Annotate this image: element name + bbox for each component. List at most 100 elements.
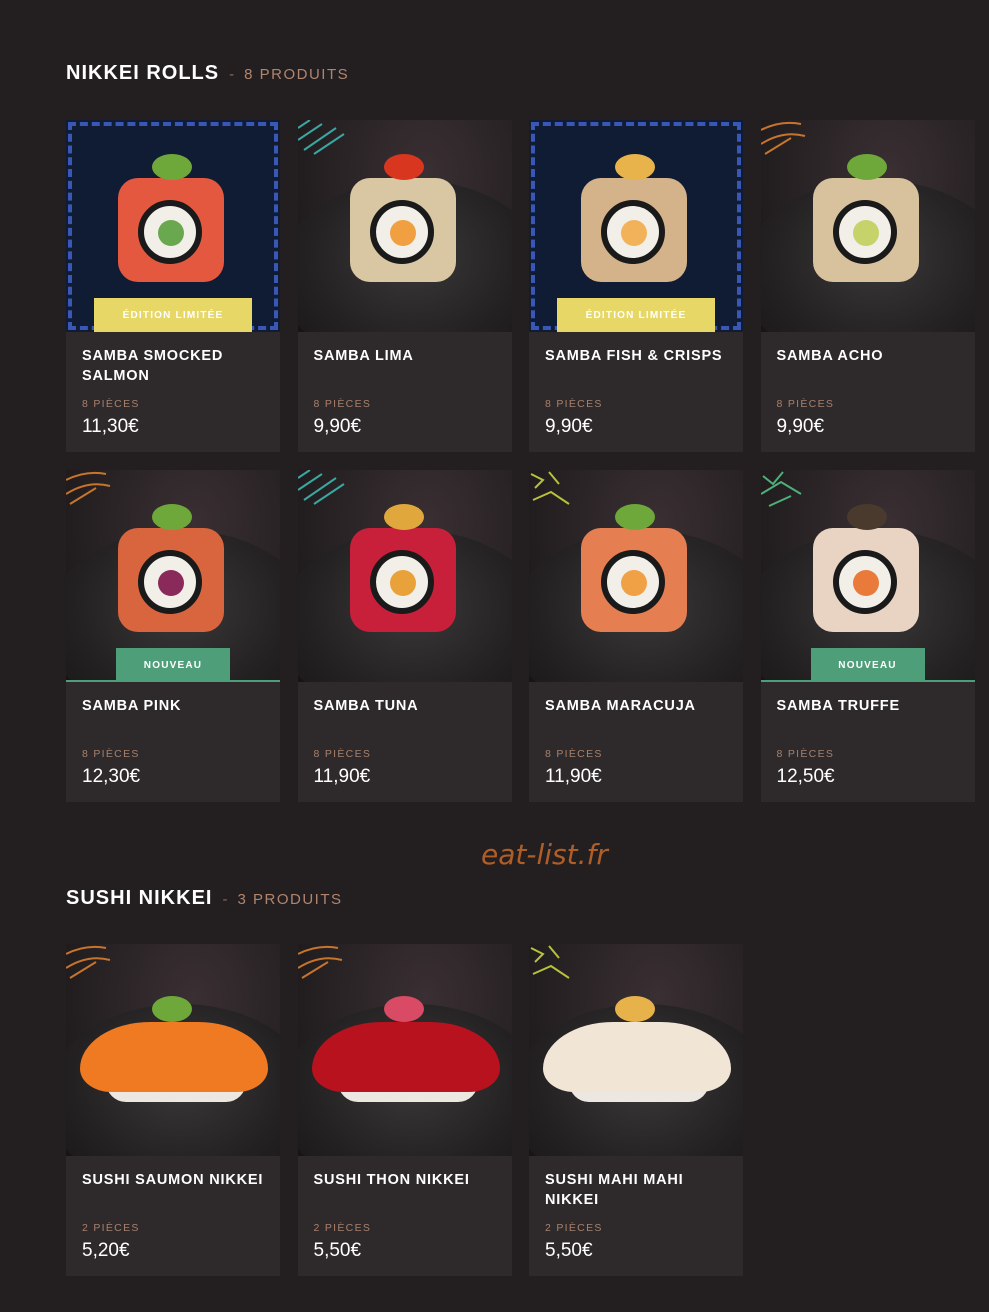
section-separator: - [229,66,235,83]
ornament-icon [530,471,570,505]
ornament-icon [297,120,345,155]
ornament-icon [66,471,111,505]
section-sushi-nikkei: SUSHI NIKKEI - 3 PRODUITS SUSHI SAUMON N… [66,887,976,1276]
product-pieces: 2 PIÈCES [82,1222,140,1234]
roll-filling [621,570,647,596]
sushi-topping [311,1022,500,1092]
product-name[interactable]: SUSHI MAHI MAHI NIKKEI [545,1170,727,1210]
product-pieces: 8 PIÈCES [82,398,140,410]
product-price: 9,90€ [313,416,362,437]
roll-garnish [615,504,655,530]
section-separator: - [222,891,228,908]
roll-garnish [152,504,192,530]
product-image: ÉDITION LIMITÉE [66,120,280,332]
product-pieces: 2 PIÈCES [545,1222,603,1234]
product-name[interactable]: SAMBA FISH & CRISPS [545,346,727,386]
ornament-icon [66,945,111,979]
roll-filling [158,570,184,596]
roll-garnish [846,154,887,180]
sushi-garnish [615,996,655,1022]
section-title: NIKKEI ROLLS [66,62,220,84]
ornament-icon [297,470,345,505]
badge-underline [760,680,975,682]
badge-limited-edition: ÉDITION LIMITÉE [557,298,715,332]
product-card-sushi-saumon-nikkei[interactable]: SUSHI SAUMON NIKKEI 2 PIÈCES 5,20€ [66,944,280,1276]
product-image [297,470,512,682]
product-image: NOUVEAU [760,470,975,682]
product-price: 12,50€ [776,766,835,787]
product-pieces: 8 PIÈCES [776,398,835,410]
product-card-samba-smocked-salmon[interactable]: ÉDITION LIMITÉE SAMBA SMOCKED SALMON 8 P… [66,120,280,452]
product-pieces: 8 PIÈCES [545,748,603,760]
product-image [529,470,743,682]
product-card-sushi-mahi-mahi-nikkei[interactable]: SUSHI MAHI MAHI NIKKEI 2 PIÈCES 5,50€ [529,944,743,1276]
product-count: 3 PRODUITS [237,891,343,908]
product-image: ÉDITION LIMITÉE [529,120,743,332]
sushi-garnish [383,996,424,1022]
product-card-samba-fish-crisps[interactable]: ÉDITION LIMITÉE SAMBA FISH & CRISPS 8 PI… [529,120,743,452]
product-image [297,944,512,1156]
ornament-icon [760,121,805,155]
roll-garnish [383,154,424,180]
product-name[interactable]: SAMBA LIMA [314,346,496,386]
product-card-samba-lima[interactable]: SAMBA LIMA 8 PIÈCES 9,90€ [297,120,512,452]
product-name[interactable]: SUSHI THON NIKKEI [314,1170,496,1210]
product-image [529,944,743,1156]
product-grid: SUSHI SAUMON NIKKEI 2 PIÈCES 5,20€ SUSHI… [66,944,975,1276]
ornament-icon [760,471,802,507]
product-price: 9,90€ [776,416,825,437]
sushi-topping [543,1022,731,1092]
product-card-samba-tuna[interactable]: SAMBA TUNA 8 PIÈCES 11,90€ [297,470,512,802]
product-card-samba-maracuja[interactable]: SAMBA MARACUJA 8 PIÈCES 11,90€ [529,470,743,802]
product-name[interactable]: SAMBA SMOCKED SALMON [82,346,264,386]
product-price: 11,90€ [313,766,371,787]
product-name[interactable]: SAMBA TRUFFE [777,696,959,736]
product-pieces: 8 PIÈCES [313,398,372,410]
sushi-topping [80,1022,268,1092]
product-price: 9,90€ [545,416,593,437]
badge-new: NOUVEAU [116,648,230,682]
product-price: 5,50€ [545,1240,593,1261]
roll-garnish [615,154,655,180]
product-name[interactable]: SAMBA TUNA [314,696,496,736]
product-card-samba-acho[interactable]: SAMBA ACHO 8 PIÈCES 9,90€ [760,120,975,452]
ornament-icon [530,945,570,979]
product-name[interactable]: SUSHI SAUMON NIKKEI [82,1170,264,1210]
section-header: SUSHI NIKKEI - 3 PRODUITS [66,887,976,910]
product-name[interactable]: SAMBA ACHO [777,346,959,386]
roll-filling [389,570,416,596]
roll-filling [852,570,879,596]
product-pieces: 2 PIÈCES [313,1222,372,1234]
product-name[interactable]: SAMBA PINK [82,696,264,736]
sushi-garnish [152,996,192,1022]
product-pieces: 8 PIÈCES [313,748,372,760]
product-pieces: 8 PIÈCES [545,398,603,410]
roll-filling [621,220,647,246]
product-pieces: 8 PIÈCES [82,748,140,760]
product-name[interactable]: SAMBA MARACUJA [545,696,727,736]
product-price: 11,90€ [545,766,602,787]
product-card-sushi-thon-nikkei[interactable]: SUSHI THON NIKKEI 2 PIÈCES 5,50€ [297,944,512,1276]
product-image [66,944,280,1156]
roll-garnish [152,154,192,180]
badge-new: NOUVEAU [810,648,925,682]
product-card-samba-truffe[interactable]: NOUVEAU SAMBA TRUFFE 8 PIÈCES 12,50€ [760,470,975,802]
roll-garnish [846,504,887,530]
roll-filling [852,220,879,246]
product-pieces: 8 PIÈCES [776,748,835,760]
product-grid: ÉDITION LIMITÉE SAMBA SMOCKED SALMON 8 P… [66,120,975,802]
roll-garnish [383,504,424,530]
product-count: 8 PRODUITS [244,66,350,83]
product-price: 11,30€ [82,416,139,437]
badge-underline [66,680,280,682]
roll-filling [389,220,416,246]
product-image [297,120,512,332]
product-price: 5,50€ [313,1240,362,1261]
section-title: SUSHI NIKKEI [66,887,213,909]
product-card-samba-pink[interactable]: NOUVEAU SAMBA PINK 8 PIÈCES 12,30€ [66,470,280,802]
watermark-text: eat-list.fr [481,838,608,871]
product-price: 5,20€ [82,1240,130,1261]
ornament-icon [297,945,342,979]
product-price: 12,30€ [82,766,141,787]
section-nikkei-rolls: NIKKEI ROLLS - 8 PRODUITS ÉDITION LIMITÉ… [66,62,976,802]
